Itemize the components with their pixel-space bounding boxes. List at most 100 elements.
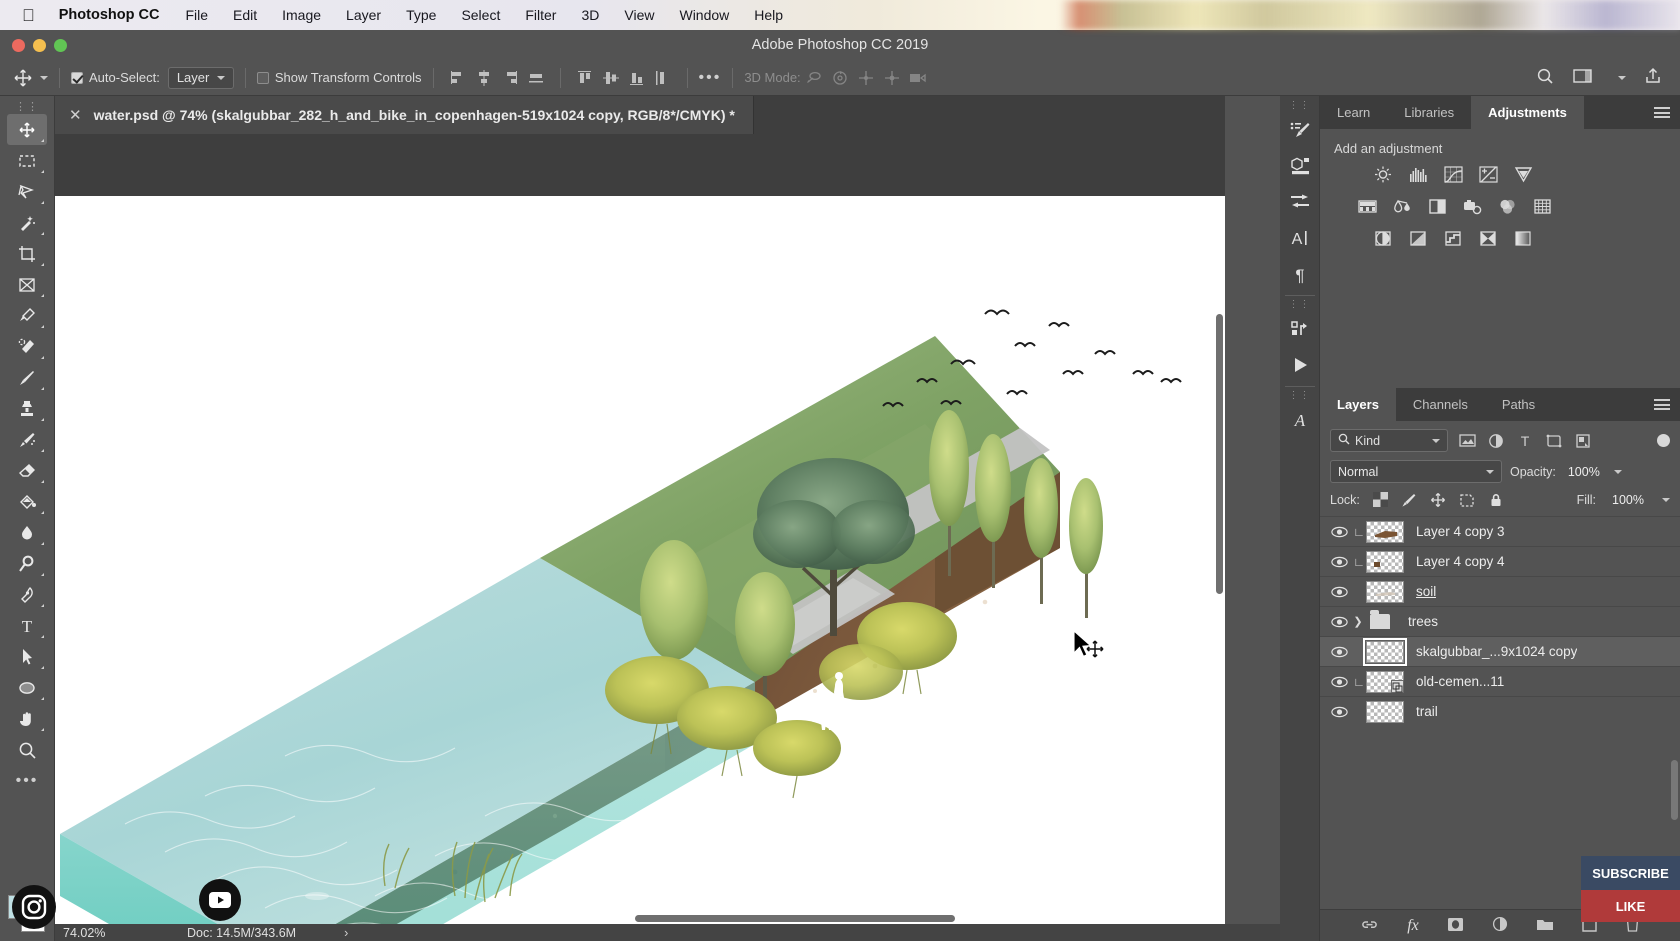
layer-thumbnail[interactable] [1366,670,1404,693]
tool-move[interactable] [7,114,47,145]
canvas-vertical-scrollbar[interactable] [1216,314,1223,594]
layer-visibility-icon[interactable] [1326,676,1352,688]
actions-play-icon[interactable] [1285,347,1315,383]
tool-type[interactable]: T [7,610,47,641]
tool-brush[interactable] [7,362,47,393]
like-button[interactable]: LIKE [1581,890,1680,922]
tool-dodge[interactable] [7,548,47,579]
align-left-edges-icon[interactable] [445,66,471,90]
filter-pixel-icon[interactable] [1457,431,1477,451]
new-group-icon[interactable] [1536,917,1554,934]
workspace-chevron-icon[interactable] [1618,75,1626,80]
layer-name[interactable]: trail [1416,704,1438,719]
channel-mixer-icon[interactable] [1496,196,1519,217]
minimize-window-button[interactable] [33,38,46,52]
group-disclosure-icon[interactable]: ❯ [1352,615,1364,628]
fill-value[interactable]: 100% [1612,493,1644,507]
menu-item-edit[interactable]: Edit [233,7,257,23]
instagram-icon[interactable] [12,885,56,929]
youtube-play-icon[interactable] [199,879,241,921]
layer-visibility-icon[interactable] [1326,586,1352,598]
rail-grip[interactable]: ⋮⋮ [1289,390,1311,402]
hue-saturation-icon[interactable] [1356,196,1379,217]
layer-visibility-icon[interactable] [1326,646,1352,658]
share-icon[interactable] [1644,67,1662,88]
align-bottom-edges-icon[interactable] [624,66,650,90]
levels-icon[interactable] [1407,164,1430,185]
link-layers-icon[interactable] [1360,917,1379,935]
fx-layer-style-icon[interactable]: fx [1407,917,1419,935]
table-row[interactable]: trail [1320,696,1680,726]
auto-select-option[interactable]: Auto-Select: Layer [71,66,234,89]
tool-gradient-paint-bucket[interactable] [7,486,47,517]
properties-sliders-icon[interactable] [1285,184,1315,220]
brush-settings-icon[interactable] [1285,112,1315,148]
tab-learn[interactable]: Learn [1320,96,1388,129]
table-row[interactable]: ∟ Layer 4 copy 4 [1320,546,1680,576]
auto-select-checkbox[interactable] [71,71,83,84]
menu-app-name[interactable]: Photoshop CC [59,7,160,23]
menu-item-select[interactable]: Select [461,7,500,23]
layers-list-scrollbar[interactable] [1671,760,1678,820]
apple-logo-icon[interactable]:  [22,7,35,24]
table-row[interactable]: soil [1320,576,1680,606]
lock-position-icon[interactable] [1430,491,1447,508]
layer-thumbnail[interactable] [1363,637,1407,666]
lock-artboard-nesting-icon[interactable] [1459,491,1476,508]
tool-eraser[interactable] [7,455,47,486]
artboard[interactable] [55,196,1225,924]
distribute-vertically-icon[interactable] [650,66,676,90]
layer-thumbnail[interactable] [1366,520,1404,543]
filter-type-icon[interactable]: T [1515,431,1535,451]
align-vertical-centers-icon[interactable] [598,66,624,90]
invert-icon[interactable] [1372,228,1395,249]
tab-paths[interactable]: Paths [1484,388,1553,421]
tool-lasso[interactable] [7,176,47,207]
align-horizontal-centers-icon[interactable] [471,66,497,90]
tool-crop[interactable] [7,238,47,269]
more-options-icon[interactable]: ••• [699,69,722,86]
close-tab-icon[interactable]: ✕ [69,106,82,124]
align-right-edges-icon[interactable] [497,66,523,90]
tool-zoom[interactable] [7,734,47,765]
paragraph-panel-icon[interactable]: ¶ [1285,256,1315,292]
auto-select-target-dropdown[interactable]: Layer [167,66,234,89]
layer-visibility-icon[interactable] [1326,526,1352,538]
filter-smart-object-icon[interactable] [1573,431,1593,451]
tool-blur[interactable] [7,517,47,548]
tool-edit-toolbar[interactable]: ••• [7,765,47,796]
layer-name[interactable]: trees [1408,614,1438,629]
workspace-icon[interactable] [1572,67,1594,88]
tab-libraries[interactable]: Libraries [1387,96,1472,129]
tool-clone-stamp[interactable] [7,393,47,424]
curves-icon[interactable] [1442,164,1465,185]
filter-adjustment-icon[interactable] [1486,431,1506,451]
tool-eyedropper[interactable] [7,300,47,331]
fill-chevron-icon[interactable] [1662,497,1670,502]
zoom-level[interactable]: 74.02% [55,926,145,940]
layer-name[interactable]: Layer 4 copy 4 [1416,554,1505,569]
tool-frame[interactable] [7,269,47,300]
panel-menu-icon[interactable] [1654,96,1680,129]
menu-item-image[interactable]: Image [282,7,321,23]
canvas-horizontal-scrollbar[interactable] [635,915,955,922]
tool-ellipse[interactable] [7,672,47,703]
toolbar-grip[interactable]: ⋮⋮ [15,100,39,114]
black-white-icon[interactable] [1426,196,1449,217]
show-transform-checkbox[interactable] [256,71,269,84]
tool-spot-healing-brush[interactable] [7,331,47,362]
brightness-contrast-icon[interactable] [1372,164,1395,185]
table-row[interactable]: skalgubbar_...9x1024 copy [1320,636,1680,666]
layer-name[interactable]: soil [1416,584,1436,599]
color-lookup-icon[interactable] [1531,196,1554,217]
search-icon[interactable] [1536,67,1554,88]
layer-thumbnail[interactable] [1366,550,1404,573]
filter-toggle-icon[interactable] [1657,434,1670,447]
close-window-button[interactable] [12,38,25,52]
layer-visibility-icon[interactable] [1326,616,1352,628]
tab-adjustments[interactable]: Adjustments [1471,96,1584,129]
3d-panel-icon[interactable] [1285,148,1315,184]
posterize-icon[interactable] [1407,228,1430,249]
lock-all-icon[interactable] [1488,491,1505,508]
photo-filter-icon[interactable] [1461,196,1484,217]
